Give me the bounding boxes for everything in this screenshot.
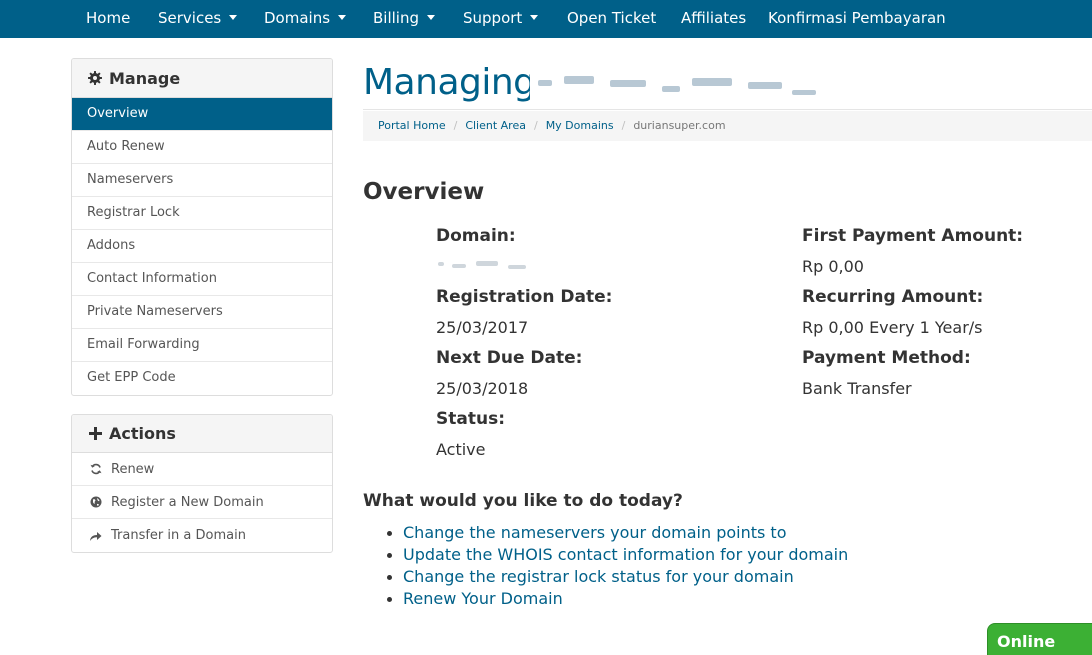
action-register-new-domain-label: Register a New Domain (111, 494, 264, 510)
next-due-date-value: 25/03/2018 (436, 379, 529, 398)
actions-panel: Actions Renew Register a New Domain Tran… (71, 414, 333, 553)
sidebar-item-registrar-lock[interactable]: Registrar Lock (72, 197, 332, 230)
top-navbar: Home Services Domains Billing Support Op… (0, 0, 1092, 38)
breadcrumb-separator: / (533, 119, 538, 132)
nav-home[interactable]: Home (86, 0, 130, 38)
sidebar-item-get-epp-code[interactable]: Get EPP Code (72, 362, 332, 395)
page-title: Managing (363, 62, 536, 103)
list-item: Change the registrar lock status for you… (385, 566, 848, 588)
update-whois-link[interactable]: Update the WHOIS contact information for… (403, 545, 848, 564)
sidebar-item-contact-information[interactable]: Contact Information (72, 263, 332, 296)
breadcrumb-current-domain: duriansuper.com (633, 119, 726, 132)
action-transfer-domain[interactable]: Transfer in a Domain (72, 519, 332, 552)
nav-domains-label: Domains (264, 9, 331, 27)
sidebar-item-addons[interactable]: Addons (72, 230, 332, 263)
breadcrumb-separator: / (621, 119, 626, 132)
title-divider (363, 109, 1092, 110)
status-label: Status: (436, 409, 505, 429)
breadcrumb-separator: / (453, 119, 458, 132)
action-transfer-domain-label: Transfer in a Domain (111, 528, 246, 543)
action-renew-label: Renew (111, 461, 155, 477)
chevron-down-icon (338, 15, 347, 20)
breadcrumb-client-area[interactable]: Client Area (465, 119, 526, 132)
nav-affiliates[interactable]: Affiliates (681, 0, 746, 38)
nav-support[interactable]: Support (463, 0, 539, 38)
first-payment-label: First Payment Amount: (802, 226, 1024, 246)
redacted-domain-value (436, 258, 536, 272)
payment-method-label: Payment Method: (802, 348, 971, 368)
nav-billing[interactable]: Billing (373, 0, 435, 38)
change-registrar-lock-link[interactable]: Change the registrar lock status for you… (403, 567, 794, 586)
nav-services-label: Services (158, 9, 222, 27)
recurring-amount-label: Recurring Amount: (802, 287, 984, 307)
list-item: Change the nameservers your domain point… (385, 522, 848, 544)
status-value: Active (436, 440, 486, 459)
manage-panel-heading: Manage (72, 59, 332, 98)
sidebar-item-email-forwarding[interactable]: Email Forwarding (72, 329, 332, 362)
domain-label: Domain: (436, 226, 516, 246)
registration-date-value: 25/03/2017 (436, 318, 529, 337)
actions-panel-title: Actions (109, 424, 176, 443)
actions-panel-heading: Actions (72, 415, 332, 453)
nav-services[interactable]: Services (158, 0, 238, 38)
sidebar-item-nameservers[interactable]: Nameservers (72, 164, 332, 197)
sidebar-item-overview[interactable]: Overview (72, 98, 332, 131)
manage-panel: Manage Overview Auto Renew Nameservers R… (71, 58, 333, 396)
payment-method-value: Bank Transfer (802, 379, 912, 398)
globe-icon (89, 496, 102, 509)
registration-date-label: Registration Date: (436, 287, 613, 307)
plus-icon (87, 426, 103, 442)
nav-billing-label: Billing (373, 9, 419, 27)
chevron-down-icon (229, 15, 238, 20)
refresh-icon (89, 463, 102, 476)
nav-domains[interactable]: Domains (264, 0, 347, 38)
live-chat-online-badge[interactable]: Online (987, 623, 1092, 655)
gear-icon (87, 70, 103, 86)
change-nameservers-link[interactable]: Change the nameservers your domain point… (403, 523, 787, 542)
nav-open-ticket[interactable]: Open Ticket (567, 0, 656, 38)
nav-konfirmasi-pembayaran[interactable]: Konfirmasi Pembayaran (768, 0, 946, 38)
todo-heading: What would you like to do today? (363, 491, 683, 511)
breadcrumb: Portal Home / Client Area / My Domains / duria… (363, 111, 1092, 141)
next-due-date-label: Next Due Date: (436, 348, 583, 368)
chevron-down-icon (427, 15, 435, 20)
renew-domain-link[interactable]: Renew Your Domain (403, 589, 563, 608)
overview-heading: Overview (363, 179, 485, 205)
nav-support-label: Support (463, 9, 523, 27)
breadcrumb-my-domains[interactable]: My Domains (546, 119, 614, 132)
action-renew[interactable]: Renew (72, 453, 332, 486)
first-payment-value: Rp 0,00 (802, 257, 864, 276)
share-arrow-icon (89, 529, 102, 542)
manage-panel-title: Manage (109, 68, 181, 88)
action-register-new-domain[interactable]: Register a New Domain (72, 486, 332, 519)
sidebar-item-auto-renew[interactable]: Auto Renew (72, 131, 332, 164)
recurring-amount-value: Rp 0,00 Every 1 Year/s (802, 318, 983, 337)
list-item: Renew Your Domain (385, 588, 848, 610)
sidebar-item-private-nameservers[interactable]: Private Nameservers (72, 296, 332, 329)
chevron-down-icon (530, 15, 539, 20)
redacted-domain-title (530, 66, 825, 108)
todo-link-list: Change the nameservers your domain point… (385, 522, 848, 610)
breadcrumb-portal-home[interactable]: Portal Home (378, 119, 446, 132)
list-item: Update the WHOIS contact information for… (385, 544, 848, 566)
